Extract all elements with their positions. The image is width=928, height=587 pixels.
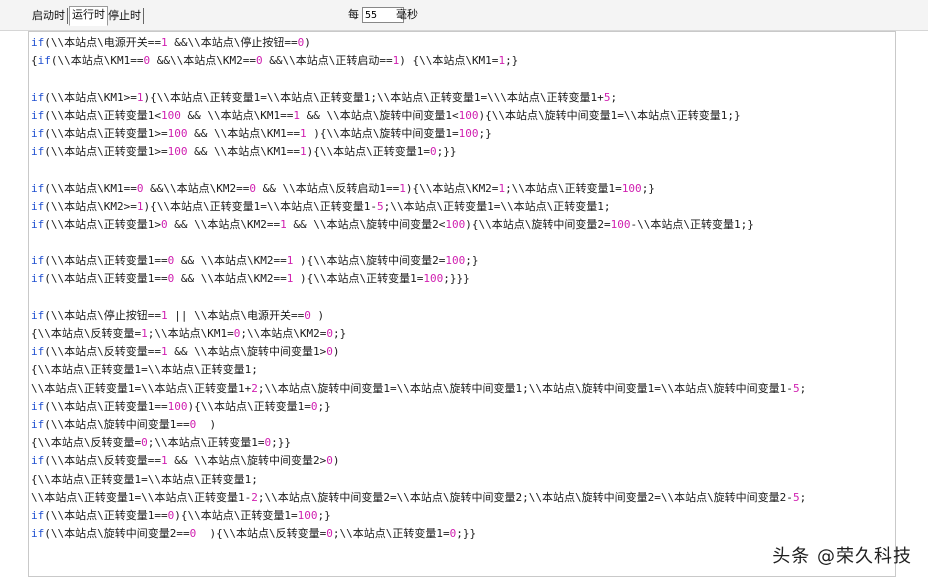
code-line: if(\\本站点\正转变量1==0 && \\本站点\KM2==1 ){\\本站…: [31, 254, 479, 268]
code-line: if(\\本站点\KM1>=1){\\本站点\正转变量1=\\本站点\正转变量1…: [31, 90, 618, 104]
code-line: if(\\本站点\正转变量1>0 && \\本站点\KM2==1 && \\本站…: [31, 217, 754, 231]
tab-stop[interactable]: 停止时: [106, 8, 144, 24]
tab-running[interactable]: 运行时: [69, 6, 108, 26]
tab-startup[interactable]: 启动时: [30, 8, 68, 24]
code-line: {if(\\本站点\KM1==0 &&\\本站点\KM2==0 &&\\本站点\…: [31, 54, 519, 68]
code-line: {\\本站点\反转变量=1;\\本站点\KM1=0;\\本站点\KM2=0;}: [31, 327, 347, 340]
code-line: {\\本站点\正转变量1=\\本站点\正转变量1;: [31, 363, 258, 377]
code-line: if(\\本站点\KM2>=1){\\本站点\正转变量1=\\本站点\正转变量1…: [31, 199, 611, 213]
code-line: if(\\本站点\电源开关==1 &&\\本站点\停止按钮==0): [31, 36, 311, 49]
code-line: {\\本站点\正转变量1=\\本站点\正转变量1;: [31, 472, 258, 486]
code-line: if(\\本站点\正转变量1>=100 && \\本站点\KM1==1){\\本…: [31, 145, 457, 159]
code-area[interactable]: if(\\本站点\电源开关==1 &&\\本站点\停止按钮==0) {if(\\本…: [29, 32, 895, 543]
code-line: if(\\本站点\停止按钮==1 || \\本站点\电源开关==0 ): [31, 308, 325, 322]
tab-bar: 启动时 运行时 停止时 每 毫秒: [0, 0, 928, 31]
code-line: ​: [31, 70, 895, 88]
rate-unit-label: 毫秒: [396, 8, 418, 21]
code-line: \\本站点\正转变量1=\\本站点\正转变量1-2;\\本站点\旋转中间变量2=…: [31, 490, 807, 504]
code-line: \\本站点\正转变量1=\\本站点\正转变量1+2;\\本站点\旋转中间变量1=…: [31, 381, 807, 395]
code-line: if(\\本站点\KM1==0 &&\\本站点\KM2==0 && \\本站点\…: [31, 181, 655, 195]
code-line: ​: [31, 234, 895, 252]
watermark: 头条 @荣久科技: [772, 546, 912, 567]
code-line: if(\\本站点\正转变量1>=100 && \\本站点\KM1==1 ){\\…: [31, 126, 492, 140]
code-line: if(\\本站点\正转变量1==0){\\本站点\正转变量1=100;}: [31, 508, 331, 522]
code-line: if(\\本站点\正转变量1==100){\\本站点\正转变量1=0;}: [31, 399, 331, 413]
code-line: if(\\本站点\旋转中间变量1==0 ): [31, 417, 217, 431]
rate-prefix-label: 每: [348, 8, 359, 21]
code-line: if(\\本站点\旋转中间变量2==0 ){\\本站点\反转变量=0;\\本站点…: [31, 527, 477, 541]
code-line: {\\本站点\反转变量=0;\\本站点\正转变量1=0;}}: [31, 436, 291, 450]
code-line: if(\\本站点\正转变量1<100 && \\本站点\KM1==1 && \\…: [31, 108, 741, 122]
code-line: if(\\本站点\反转变量==1 && \\本站点\旋转中间变量1>0): [31, 345, 340, 359]
code-line: if(\\本站点\正转变量1==0 && \\本站点\KM2==1 ){\\本站…: [31, 272, 470, 286]
code-line: ​: [31, 289, 895, 307]
code-line: ​: [31, 161, 895, 179]
script-editor[interactable]: if(\\本站点\电源开关==1 &&\\本站点\停止按钮==0) {if(\\本…: [28, 31, 896, 577]
code-line: if(\\本站点\反转变量==1 && \\本站点\旋转中间变量2>0): [31, 454, 340, 468]
